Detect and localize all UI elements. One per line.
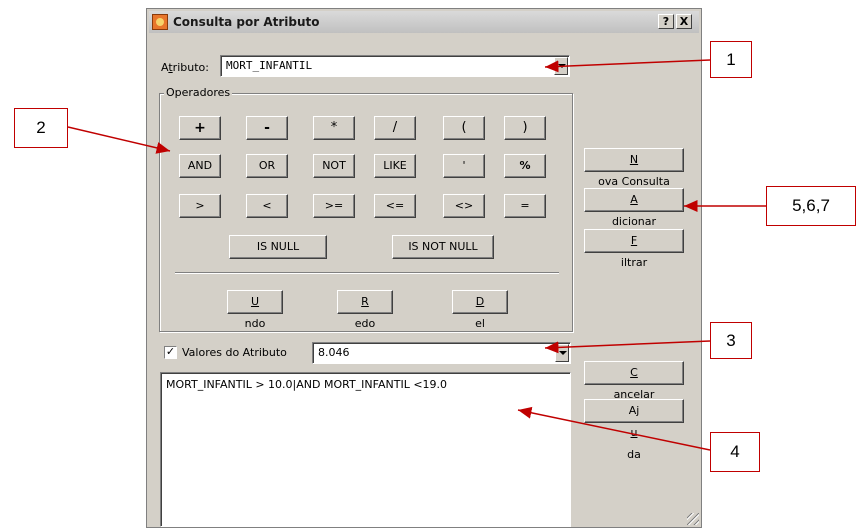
arrow-4 [517, 406, 711, 451]
arrow-1 [544, 59, 711, 73]
callout-4: 4 [710, 432, 760, 472]
callout-2: 2 [14, 108, 68, 148]
arrow-3 [544, 340, 711, 354]
callout-1: 1 [710, 41, 752, 78]
callout-5-6-7: 5,6,7 [766, 186, 856, 226]
arrow-2 [67, 126, 171, 154]
callout-3: 3 [710, 322, 752, 359]
